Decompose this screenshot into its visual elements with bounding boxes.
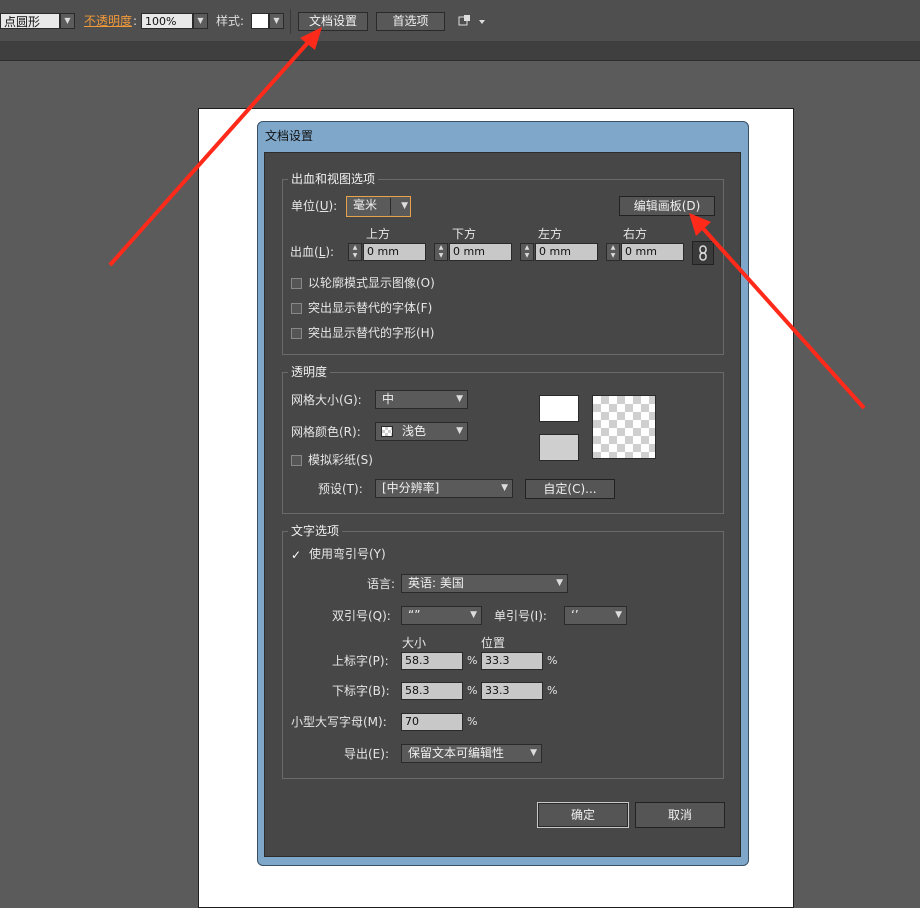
arrow-to-document-setup [108,27,322,267]
annotation-arrows [108,27,866,410]
arrow-to-edit-artboards [689,213,866,410]
